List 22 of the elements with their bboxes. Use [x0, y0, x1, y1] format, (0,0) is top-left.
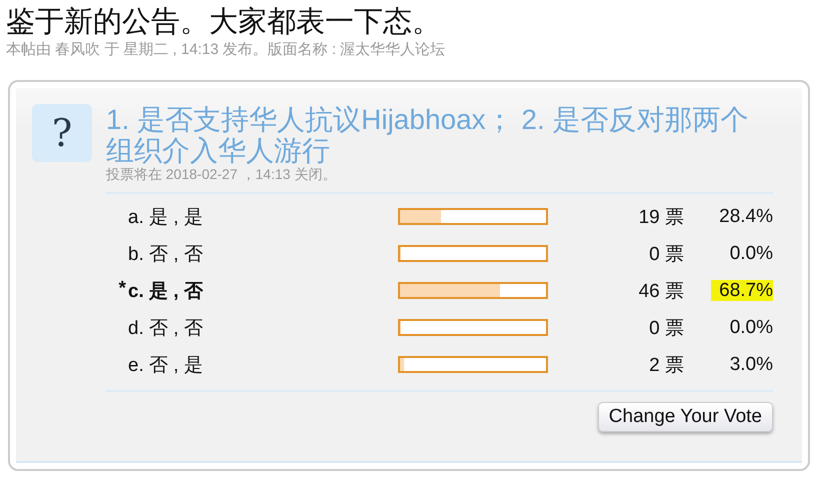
vote-count: 19 票 [638, 206, 684, 230]
vote-percent: 28.4% [719, 206, 773, 226]
vote-count: 0 票 [648, 316, 684, 340]
poll-closing-note: 投票将在 2018-02-27 ，14:13 关闭。 [106, 166, 338, 182]
option-label: e. 否 , 是 [128, 354, 203, 378]
vote-marker: * [118, 278, 126, 298]
option-label: a. 是 , 是 [128, 206, 203, 230]
vote-percent: 0.0% [730, 242, 773, 264]
question-icon: ? [32, 104, 92, 162]
option-label: d. 否 , 否 [128, 316, 203, 340]
topic-title: 鉴于新的公告。大家都表一下态。 [6, 5, 442, 40]
vote-count: 0 票 [648, 242, 684, 266]
vote-percent: 68.7% [711, 280, 773, 300]
change-vote-button[interactable]: Change Your Vote [598, 402, 773, 432]
poll-question: 1. 是否支持华人抗议Hijabhoax； 2. 是否反对那两个组织介入华人游行 [106, 104, 750, 166]
topic-byline: 本帖由 春风吹 于 星期二 , 14:13 发布。版面名称 : 渥太华华人论坛 [6, 40, 446, 60]
option-label: c. 是 , 否 [128, 280, 203, 304]
option-label: b. 否 , 否 [128, 242, 203, 266]
vote-percent: 0.0% [730, 316, 773, 338]
vote-count: 2 票 [648, 354, 684, 378]
vote-percent: 3.0% [730, 354, 773, 374]
vote-count: 46 票 [638, 280, 684, 304]
